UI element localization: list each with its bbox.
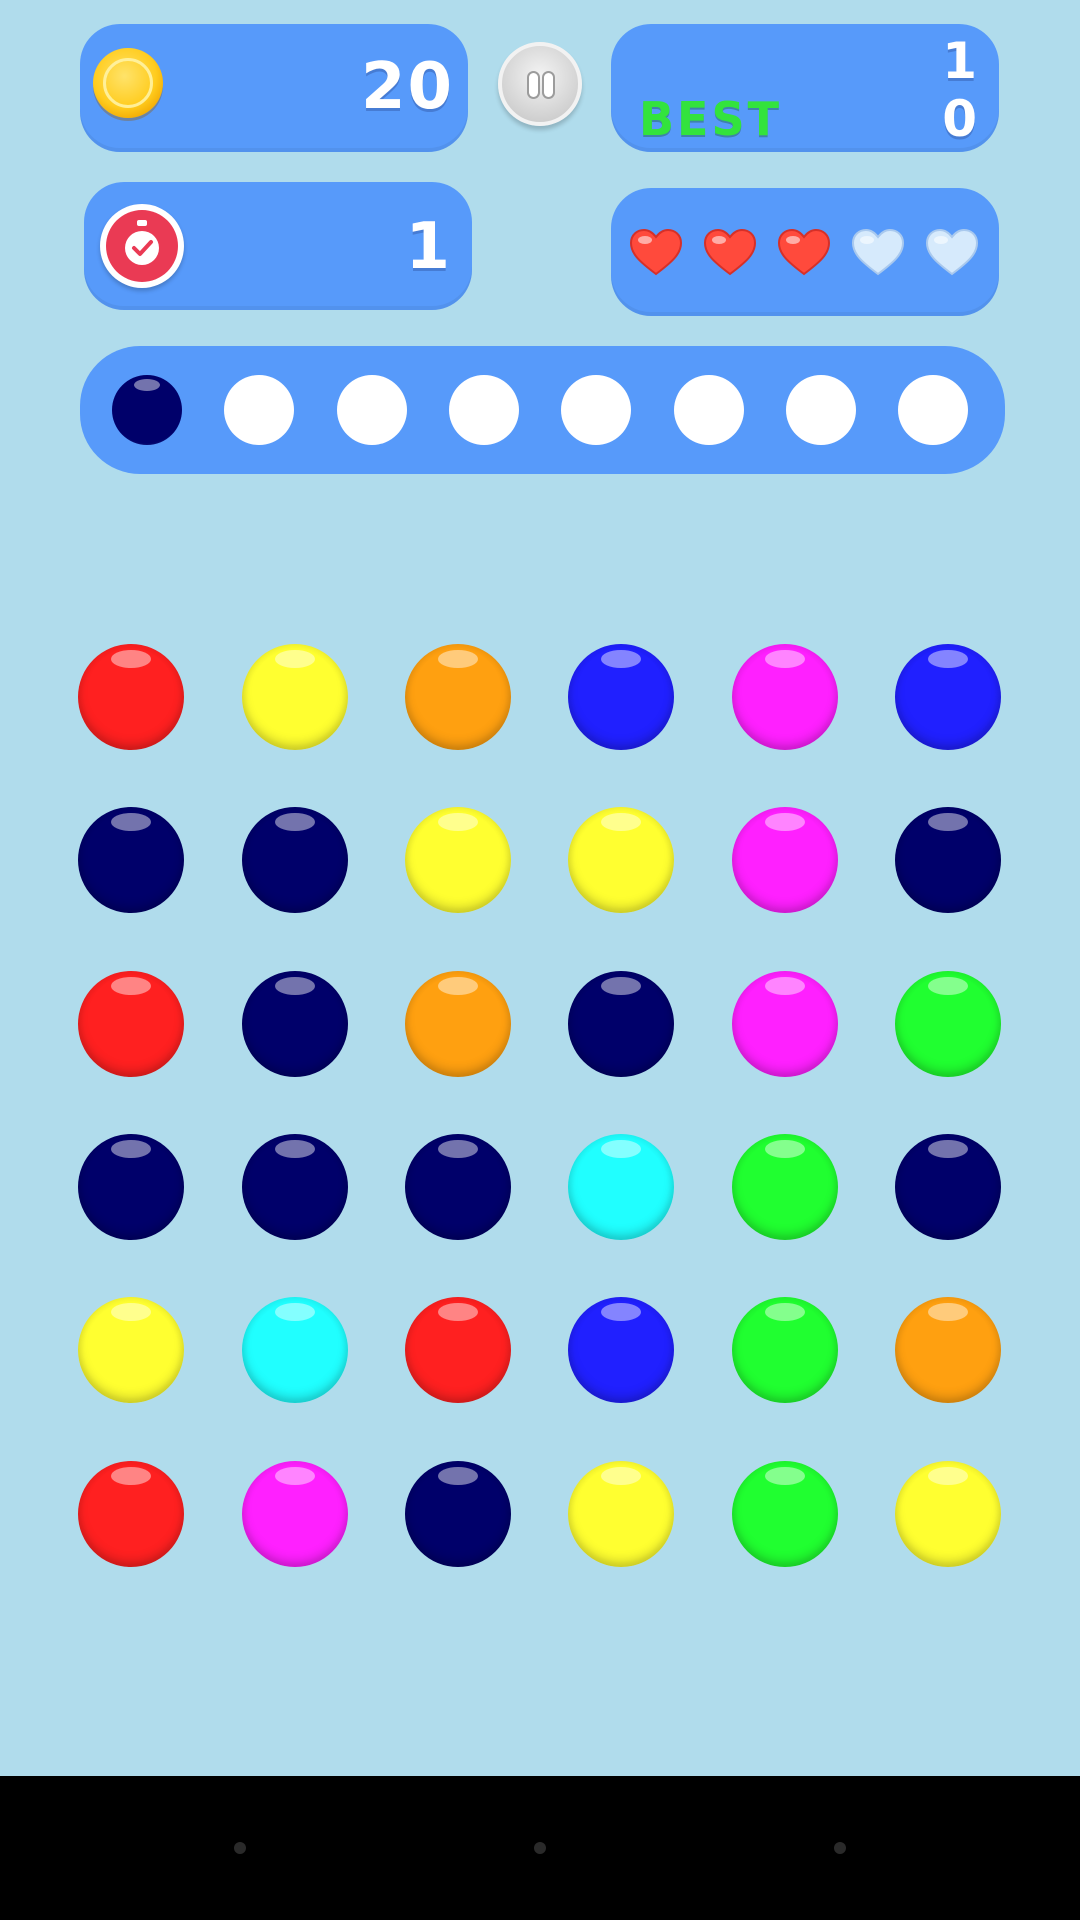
ball-magenta[interactable] <box>732 971 838 1077</box>
nav-recents-button[interactable] <box>834 1842 846 1854</box>
game-screen: 20 1 BEST 0 1 <box>0 0 1080 1920</box>
ball-green[interactable] <box>732 1461 838 1567</box>
sequence-ball-navy <box>112 375 182 445</box>
ball-magenta[interactable] <box>732 807 838 913</box>
ball-orange[interactable] <box>405 644 511 750</box>
ball-red[interactable] <box>78 971 184 1077</box>
heart-full-icon <box>703 228 757 276</box>
ball-green[interactable] <box>732 1297 838 1403</box>
heart-full-icon <box>777 228 831 276</box>
coins-count: 20 <box>360 50 454 124</box>
ball-magenta[interactable] <box>732 644 838 750</box>
coins-panel: 20 <box>80 24 468 152</box>
heart-empty-icon <box>851 228 905 276</box>
ball-red[interactable] <box>78 1461 184 1567</box>
sequence-slot-empty <box>448 375 519 445</box>
sequence-slot-empty <box>336 375 407 445</box>
ball-navy[interactable] <box>242 807 348 913</box>
nav-home-button[interactable] <box>534 1842 546 1854</box>
score-panel: 1 BEST 0 <box>611 24 999 152</box>
sequence-slot-empty <box>224 375 295 445</box>
timer-value: 1 <box>405 210 452 284</box>
target-sequence-bar <box>80 346 1005 474</box>
sequence-slot-empty <box>673 375 744 445</box>
timer-panel: 1 <box>84 182 472 310</box>
ball-blue[interactable] <box>568 644 674 750</box>
nav-back-button[interactable] <box>234 1842 246 1854</box>
ball-green[interactable] <box>732 1134 838 1240</box>
sequence-slot-empty <box>898 375 969 445</box>
stopwatch-icon <box>100 204 184 288</box>
ball-navy[interactable] <box>895 1134 1001 1240</box>
ball-navy[interactable] <box>78 1134 184 1240</box>
ball-blue[interactable] <box>895 644 1001 750</box>
ball-red[interactable] <box>78 644 184 750</box>
best-label: BEST <box>639 92 782 146</box>
ball-navy[interactable] <box>895 807 1001 913</box>
coin-icon <box>93 48 163 118</box>
ball-yellow[interactable] <box>78 1297 184 1403</box>
ball-orange[interactable] <box>405 971 511 1077</box>
ball-yellow[interactable] <box>405 807 511 913</box>
ball-yellow[interactable] <box>895 1461 1001 1567</box>
heart-full-icon <box>629 228 683 276</box>
heart-empty-icon <box>925 228 979 276</box>
ball-navy[interactable] <box>242 1134 348 1240</box>
ball-red[interactable] <box>405 1297 511 1403</box>
ball-navy[interactable] <box>242 971 348 1077</box>
ball-orange[interactable] <box>895 1297 1001 1403</box>
ball-cyan[interactable] <box>568 1134 674 1240</box>
ball-navy[interactable] <box>405 1461 511 1567</box>
ball-blue[interactable] <box>568 1297 674 1403</box>
ball-navy[interactable] <box>78 807 184 913</box>
ball-navy[interactable] <box>568 971 674 1077</box>
pause-icon <box>529 73 538 97</box>
ball-yellow[interactable] <box>242 644 348 750</box>
sequence-slot-empty <box>785 375 856 445</box>
best-value: 0 <box>942 90 979 148</box>
ball-cyan[interactable] <box>242 1297 348 1403</box>
pause-icon-bar <box>544 73 553 97</box>
lives-panel <box>611 188 999 316</box>
sequence-slot-empty <box>561 375 632 445</box>
ball-green[interactable] <box>895 971 1001 1077</box>
ball-yellow[interactable] <box>568 807 674 913</box>
pause-button[interactable] <box>498 42 582 126</box>
score-value: 1 <box>942 32 979 90</box>
ball-yellow[interactable] <box>568 1461 674 1567</box>
ball-magenta[interactable] <box>242 1461 348 1567</box>
ball-navy[interactable] <box>405 1134 511 1240</box>
